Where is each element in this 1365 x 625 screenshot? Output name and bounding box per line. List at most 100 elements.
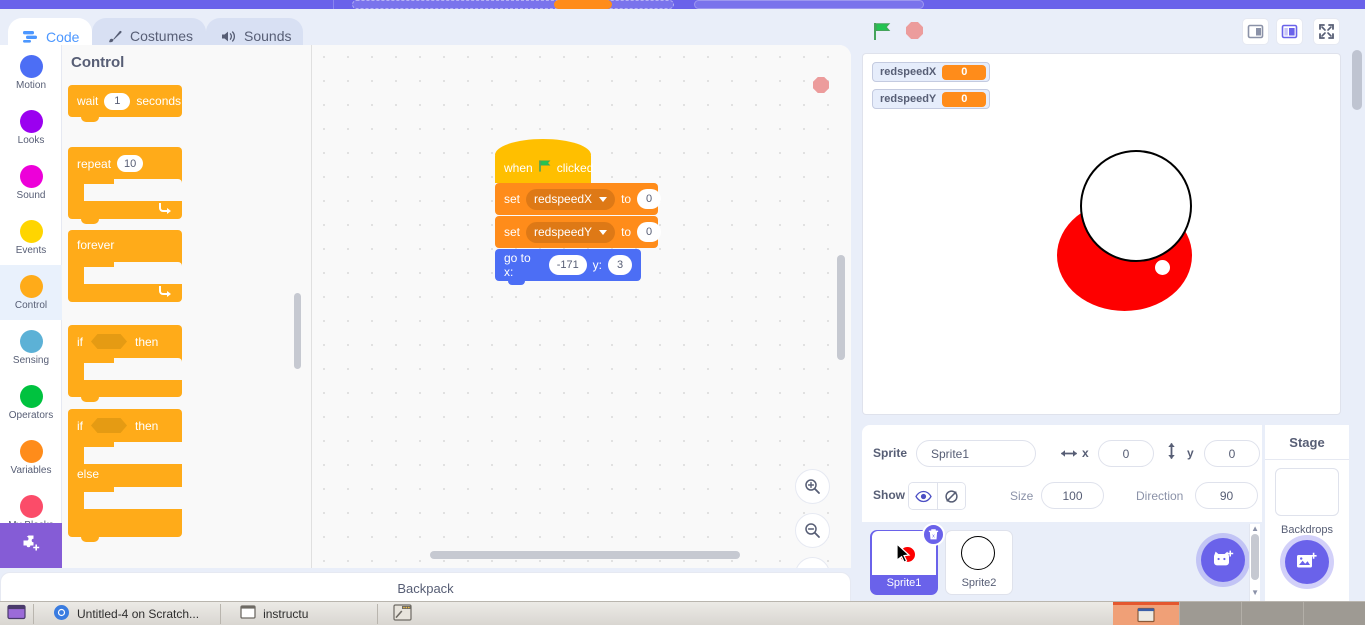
palette-block-forever[interactable]: forever [68,230,182,302]
green-flag-button[interactable] [872,21,893,47]
sprite-y-input[interactable]: 0 [1204,440,1260,467]
add-backdrop-button[interactable] [1285,540,1329,584]
sprite-red-ball-highlight [1155,260,1170,275]
workspace-vertical-scrollbar[interactable] [837,255,845,360]
zoom-reset-button[interactable] [795,557,830,568]
sprite-size-input[interactable]: 100 [1041,482,1104,509]
palette-block-wait[interactable]: wait 1 seconds [68,85,182,117]
taskbar-slot[interactable] [1179,602,1241,625]
sprite-direction-input[interactable]: 90 [1195,482,1258,509]
sidebar-item-looks[interactable]: Looks [0,100,62,155]
sidebar-item-sound[interactable]: Sound [0,155,62,210]
speaker-icon [220,27,237,45]
sprite-name-input[interactable]: Sprite1 [916,440,1036,467]
taskbar-active-window[interactable] [1113,602,1179,625]
taskbar-slot[interactable] [1241,602,1303,625]
variable-monitor[interactable]: redspeedX 0 [872,62,990,82]
scroll-down-icon[interactable]: ▼ [1251,588,1259,597]
variable-dropdown[interactable]: redspeedY [526,222,615,243]
show-toggle-group[interactable] [908,482,966,510]
taskbar-slot[interactable] [1303,602,1365,625]
taskbar-item-scratch[interactable]: Untitled-4 on Scratch... [44,602,208,625]
condition-slot[interactable] [91,334,127,349]
set-variable-block[interactable]: set redspeedX to 0 [495,183,658,215]
large-stage-button[interactable] [1276,18,1303,45]
variable-name: redspeedY [534,225,592,239]
set-value-input[interactable]: 0 [637,189,661,209]
show-off-button[interactable] [937,483,965,509]
set-value-input[interactable]: 0 [637,222,661,242]
direction-label: Direction [1136,489,1183,503]
sidebar-item-events[interactable]: Events [0,210,62,265]
my-blocks-color-dot [20,495,43,518]
zoom-out-icon [804,522,821,539]
add-extension-button[interactable] [0,523,62,568]
workspace-horizontal-scrollbar[interactable] [430,551,740,559]
variable-dropdown[interactable]: redspeedX [526,189,615,210]
script-stack[interactable]: when clicked set redspeedX to 0 [495,152,658,281]
if-label: if [77,335,83,349]
screenshot-icon [393,604,412,624]
fullscreen-button[interactable] [1313,18,1340,45]
scroll-up-icon[interactable]: ▲ [1251,524,1259,533]
stage-panel-heading: Stage [1265,425,1349,460]
brush-icon [106,27,123,45]
palette-block-if-then[interactable]: if then [68,325,182,397]
show-on-button[interactable] [909,483,937,509]
sprite-card-sprite2[interactable]: Sprite2 [945,530,1013,595]
zoom-out-button[interactable] [795,513,830,548]
operators-color-dot [20,385,43,408]
sidebar-item-motion[interactable]: Motion [0,45,62,100]
then-label: then [135,419,158,433]
palette-scrollbar[interactable] [294,293,301,369]
screenshot-button[interactable] [384,602,421,625]
go-to-xy-block[interactable]: go to x: -171 y: 3 [495,249,641,281]
page-scrollbar-track[interactable] [1349,45,1365,605]
eye-slash-icon [943,489,960,504]
menubar-account-area[interactable] [694,0,924,9]
sprite-white-ball[interactable] [1080,150,1192,262]
small-stage-button[interactable] [1242,18,1269,45]
set-variable-block[interactable]: set redspeedY to 0 [495,216,658,248]
add-sprite-button[interactable] [1201,538,1245,582]
go-to-x-input[interactable]: -171 [549,255,587,275]
stage-selector-panel[interactable]: Stage Backdrops [1265,425,1349,605]
stage-canvas[interactable]: redspeedX 0 redspeedY 0 [862,53,1341,415]
block-palette[interactable]: Control wait 1 seconds repeat 10 [62,45,312,568]
events-color-dot [20,220,43,243]
stage-thumbnail[interactable] [1275,468,1339,516]
taskbar-item-instructu[interactable]: instructu [231,602,317,625]
variable-monitor[interactable]: redspeedY 0 [872,89,990,109]
sidebar-item-control[interactable]: Control [0,265,62,320]
repeat-times-input[interactable]: 10 [117,155,143,172]
when-flag-clicked-block[interactable]: when clicked [495,152,591,183]
horizontal-arrow-icon [1060,446,1078,464]
palette-block-if-else[interactable]: if then else [68,409,182,537]
sprite-list-scroll-thumb[interactable] [1251,534,1259,580]
menubar-divider [333,0,334,9]
taskbar-divider [377,604,378,624]
condition-slot[interactable] [91,418,127,433]
code-workspace[interactable]: when clicked set redspeedX to 0 [312,45,851,568]
show-desktop-button[interactable] [0,602,33,625]
sound-color-dot [20,165,43,188]
workspace-stop-icon[interactable] [813,77,829,93]
to-label: to [621,192,631,206]
sidebar-item-operators[interactable]: Operators [0,375,62,430]
sprite-card-sprite1[interactable]: Sprite1 x [870,530,938,595]
wait-seconds-input[interactable]: 1 [104,93,130,110]
stage-controls-bar [862,9,1365,47]
sidebar-item-variables[interactable]: Variables [0,430,62,485]
zoom-in-button[interactable] [795,469,830,504]
sidebar-item-sensing[interactable]: Sensing [0,320,62,375]
delete-sprite-button[interactable]: x [922,523,945,546]
sprite-x-input[interactable]: 0 [1098,440,1154,467]
variable-name: redspeedX [534,192,592,206]
project-title-field[interactable] [352,0,674,9]
go-to-y-input[interactable]: 3 [608,255,632,275]
see-project-page-button[interactable] [554,0,612,9]
palette-block-repeat[interactable]: repeat 10 [68,147,182,219]
page-scrollbar-thumb[interactable] [1352,50,1362,110]
stop-button[interactable] [906,22,923,39]
sprite-list: Sprite1 x Sprite2 ▲ ▼ [862,522,1262,605]
